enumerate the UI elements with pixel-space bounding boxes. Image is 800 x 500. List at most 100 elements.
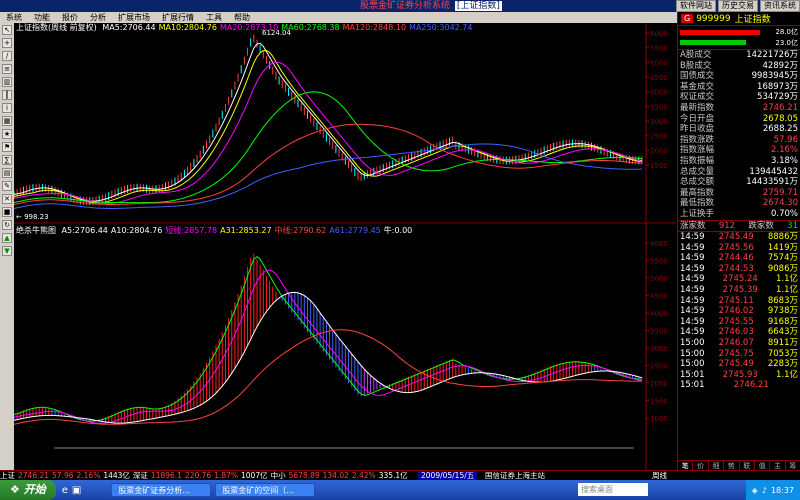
tick-row[interactable]: 14:59 2744.53 9086万 [678, 264, 800, 275]
task-app[interactable]: 股票金矿证券分析... [111, 483, 212, 497]
tick-row[interactable]: 14:59 2745.39 1.1亿 [678, 285, 800, 296]
quote-tab[interactable]: 筹 [786, 461, 800, 470]
tool-pen-icon[interactable]: ✎ [2, 181, 12, 191]
tool-down-icon[interactable]: ▼ [2, 246, 12, 256]
stat-row: B股成交 42892万 [678, 61, 800, 72]
tick-row[interactable]: 15:00 2745.75 7053万 [678, 349, 800, 360]
y-tick-label: 5500 [650, 258, 668, 266]
tick-price: 2745.49 [718, 232, 754, 243]
tool-calc-icon[interactable]: ∑ [2, 155, 12, 165]
tick-row[interactable]: 14:59 2745.11 8683万 [678, 296, 800, 307]
tool-refresh-icon[interactable]: ↻ [2, 220, 12, 230]
tick-row[interactable]: 15:01 2745.93 1.1亿 [678, 370, 800, 381]
quote-tab[interactable]: 价 [693, 461, 709, 470]
quote-tab[interactable]: 值 [755, 461, 771, 470]
stat-label: 指数涨幅 [680, 145, 715, 156]
tick-volume: 7053万 [767, 348, 798, 359]
task-blog[interactable]: 股票金矿的空间（... [215, 483, 316, 497]
ma20-line [14, 61, 643, 204]
kline-chart-svg[interactable]: 6000 5500 5000 4500 4000 3500 3000 2500 2000 1500… [14, 23, 676, 470]
system-tray: ◈ ♪ 18:37 [745, 480, 800, 500]
tick-list[interactable]: 14:59 2745.49 8886万 14:59 2745.56 1419万 14:59 2… [678, 232, 800, 391]
y-tick-label: 4000 [650, 310, 668, 318]
tool-zoom-icon[interactable]: + [2, 38, 12, 48]
tick-time: 15:00 [680, 359, 705, 370]
tool-chart-icon[interactable]: ▥ [2, 77, 12, 87]
stat-row: 最新指数 2746.21 [678, 103, 800, 114]
menu-ext-market[interactable]: 扩展市场 [112, 12, 156, 23]
lower-pane [14, 253, 643, 449]
tick-volume: 1419万 [767, 242, 798, 253]
stat-row: 指数振幅 3.18% [678, 156, 800, 167]
quote-tab[interactable]: 主 [770, 461, 786, 470]
index-stats: A股成交 14221726万 B股成交 42892万 国债成交 9983945万 基金成交 1… [678, 50, 800, 221]
tool-line-icon[interactable]: / [2, 51, 12, 61]
menu-analysis[interactable]: 分析 [84, 12, 112, 23]
tick-row[interactable]: 14:59 2746.02 9738万 [678, 306, 800, 317]
tool-star-icon[interactable]: ★ [2, 129, 12, 139]
tick-row[interactable]: 15:00 2746.07 8911万 [678, 338, 800, 349]
taskbar: ❖ 开始 e ▣ 股票金矿证券分析... 股票金矿的空间（... 搜索桌面 ◈ … [0, 480, 800, 500]
stat-label: 指数涨跌 [680, 134, 715, 145]
menu-system[interactable]: 系统 [0, 12, 28, 23]
low-marker: ← 998.23 [16, 213, 49, 221]
tool-cross-icon[interactable]: ✕ [2, 194, 12, 204]
tray-network-icon[interactable]: ◈ [752, 486, 758, 495]
quicklaunch-ie-icon[interactable]: e [62, 485, 68, 496]
status-segment: 11896.1 [150, 471, 182, 480]
tick-time: 15:00 [680, 348, 705, 359]
tool-list-icon[interactable]: ≡ [2, 64, 12, 74]
start-button[interactable]: ❖ 开始 [0, 480, 56, 500]
menu-tools[interactable]: 工具 [200, 12, 228, 23]
quicklaunch-desktop-icon[interactable]: ▣ [72, 485, 81, 496]
tick-row[interactable]: 14:59 2745.49 8886万 [678, 232, 800, 243]
news-button[interactable]: 资讯系统 [760, 0, 800, 12]
tick-price: 2745.49 [718, 359, 754, 370]
y-tick-label: 3500 [650, 103, 668, 111]
menu-help[interactable]: 帮助 [228, 12, 256, 23]
ma10-line [14, 49, 643, 204]
y-tick-label: 4000 [650, 89, 668, 97]
windows-logo-icon: ❖ [10, 483, 24, 496]
tick-row[interactable]: 15:01 2746.21 [678, 380, 800, 391]
tool-info-icon[interactable]: i [2, 103, 12, 113]
tool-print-icon[interactable]: ▤ [2, 168, 12, 178]
tool-kline-icon[interactable]: ┃ [2, 90, 12, 100]
tick-row[interactable]: 14:59 2744.46 7574万 [678, 253, 800, 264]
menu-function[interactable]: 功能 [28, 12, 56, 23]
quote-tab[interactable]: 笔 [678, 461, 694, 470]
status-segment: 220.76 [184, 471, 212, 480]
tool-flag-icon[interactable]: ⚑ [2, 142, 12, 152]
tool-up-icon[interactable]: ▲ [2, 233, 12, 243]
tool-lock-icon[interactable]: ■ [2, 207, 12, 217]
stat-value: 2678.05 [762, 113, 798, 124]
quote-tab[interactable]: 联 [740, 461, 755, 470]
status-segment: 1007亿 [241, 471, 268, 480]
stat-row: 最低指数 2674.30 [678, 198, 800, 209]
website-button[interactable]: 软件网站 [676, 0, 716, 12]
chart-area[interactable]: 上证指数(周线 前复权) MA5:2706.44 MA10:2804.76 MA20… [14, 23, 676, 470]
tool-pointer-icon[interactable]: ↖ [2, 25, 12, 35]
tick-row[interactable]: 14:59 2746.03 6643万 [678, 327, 800, 338]
tray-volume-icon[interactable]: ♪ [762, 486, 767, 495]
menu-ext-quote[interactable]: 扩展行情 [156, 12, 200, 23]
tick-row[interactable]: 14:59 2745.24 1.1亿 [678, 274, 800, 285]
y-axis: 6000 5500 5000 4500 4000 3500 3000 2500 2000 1500… [646, 30, 668, 423]
tick-row[interactable]: 14:59 2745.56 1419万 [678, 243, 800, 254]
history-button[interactable]: 历史交易 [718, 0, 758, 12]
menu-quote[interactable]: 报价 [56, 12, 84, 23]
quote-tab[interactable]: 势 [724, 461, 740, 470]
tool-grid-icon[interactable]: ▦ [2, 116, 12, 126]
quote-tab[interactable]: 细 [709, 461, 725, 470]
tick-row[interactable]: 15:00 2745.49 2283万 [678, 359, 800, 370]
tick-row[interactable]: 14:59 2745.55 9168万 [678, 317, 800, 328]
index-badge-icon[interactable]: G [681, 14, 694, 23]
tick-volume: 8886万 [767, 232, 798, 243]
tick-price: 2744.46 [718, 253, 754, 264]
tick-price: 2745.93 [722, 369, 758, 380]
desktop-search-input[interactable]: 搜索桌面 [578, 483, 648, 496]
tick-time: 14:59 [680, 306, 705, 317]
y-tick-label: 2500 [650, 133, 668, 141]
stat-value: 534729万 [757, 92, 798, 103]
y-tick-label: 4500 [650, 293, 668, 301]
